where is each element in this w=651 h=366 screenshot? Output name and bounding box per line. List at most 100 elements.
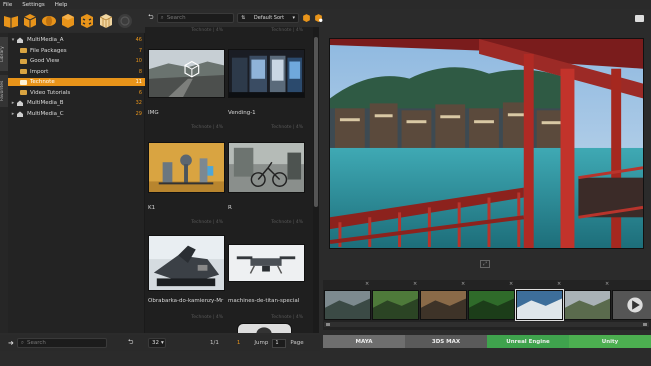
sort-icon: ⇅ — [241, 15, 246, 21]
strip-thumbnail[interactable] — [468, 290, 515, 320]
strip-scrollbar[interactable] — [324, 322, 649, 327]
asset-name: Obrabarka-do-kamienzy-Mr — [148, 298, 224, 304]
tree-item-count: 29 — [135, 110, 142, 117]
tree-search-input[interactable]: ⌕ Search — [16, 338, 107, 348]
folder-icon — [20, 90, 27, 95]
tree-item-label: Good View — [30, 58, 60, 64]
sort-select[interactable]: ⇅ Default Sort ▾ — [237, 13, 299, 23]
asset-thumbnail[interactable] — [228, 49, 305, 98]
asset-thumbnail[interactable] — [228, 142, 305, 193]
asset-thumbnail[interactable] — [228, 244, 305, 282]
search-icon: ⌕ — [20, 339, 24, 346]
asset-scrollbar[interactable] — [313, 27, 319, 333]
asset-meta: Technote | 4% — [191, 315, 223, 320]
box-icon[interactable] — [60, 13, 76, 29]
close-icon[interactable]: × — [461, 281, 465, 287]
asset-name: R — [228, 205, 232, 211]
menu-bar: File Settings Help — [0, 0, 651, 9]
asset-meta: Technote | 4% — [191, 125, 223, 130]
preview-panel: ⤢ — [323, 9, 651, 277]
package-small-icon[interactable] — [302, 14, 311, 23]
asset-search-input[interactable]: ⌕ Search — [156, 13, 235, 23]
image-icon[interactable] — [635, 15, 644, 22]
renderer-tab[interactable]: Unreal Engine — [487, 335, 569, 348]
tree-item[interactable]: Technote 11 — [8, 78, 145, 86]
menu-file[interactable]: File — [3, 2, 12, 8]
menu-settings[interactable]: Settings — [22, 2, 45, 8]
tree-item[interactable]: ▾ MultiMedia_A 46 — [8, 36, 145, 44]
checker-box-icon[interactable] — [79, 13, 95, 29]
close-icon[interactable]: × — [605, 281, 609, 287]
tab-library[interactable]: Library — [0, 37, 8, 71]
asset-toolbar: ⮌ ⌕ Search ⇅ Default Sort ▾ — [145, 9, 323, 27]
tree-item-label: MultiMedia_C — [27, 110, 64, 117]
tree-item-label: MultiMedia_B — [27, 100, 64, 106]
close-icon[interactable]: × — [557, 281, 561, 287]
jump-label: Jump — [254, 340, 269, 346]
strip-thumbnail[interactable] — [564, 290, 611, 320]
renderer-tab[interactable]: Unity — [569, 335, 651, 348]
tree-item-label: Import — [30, 68, 49, 75]
folder-icon — [20, 58, 27, 64]
tab-favorites[interactable]: Favorites — [0, 75, 8, 107]
scroll-thumb[interactable] — [314, 37, 318, 207]
folder-icon — [20, 48, 27, 53]
current-page-link[interactable]: 1 — [237, 340, 241, 346]
asset-thumbnail[interactable] — [148, 235, 225, 291]
strip-thumbnail[interactable] — [372, 290, 419, 320]
strip-thumbnail[interactable] — [324, 290, 371, 320]
disabled-icon[interactable] — [117, 13, 133, 29]
settings-small-icon[interactable] — [314, 14, 323, 23]
pager: 32 ▾ 1/1 1 Jump 1 Page — [145, 335, 320, 351]
scroll-right-icon[interactable] — [643, 323, 647, 326]
asset-meta: Technote | 4% — [191, 220, 223, 225]
tree-item[interactable]: ▸ MultiMedia_C 29 — [8, 110, 145, 118]
preview-image[interactable] — [329, 38, 644, 249]
asset-thumbnail[interactable] — [148, 142, 225, 193]
home-icon — [16, 111, 24, 117]
sphere-icon[interactable] — [41, 13, 57, 29]
page-label: Page — [290, 340, 304, 346]
arrow-right-icon[interactable]: ➜ — [8, 339, 14, 347]
strip-thumbnail[interactable] — [420, 290, 467, 320]
renderer-tab[interactable]: MAYA — [323, 335, 405, 348]
tree-item-label: File Packages — [30, 47, 67, 54]
strip-thumbnail[interactable] — [515, 289, 564, 321]
renderer-tab[interactable]: 3DS MAX — [405, 335, 487, 348]
per-page-select[interactable]: 32 ▾ — [148, 338, 166, 348]
folder-icon — [20, 69, 27, 74]
asset-thumbnail[interactable] — [237, 323, 292, 333]
scroll-left-icon[interactable] — [326, 323, 330, 326]
thumbnail-strip: × × × × × × — [323, 280, 651, 330]
home-icon — [16, 37, 24, 43]
close-icon[interactable]: × — [509, 281, 513, 287]
tree-item[interactable]: File Packages 7 — [8, 47, 145, 55]
menu-help[interactable]: Help — [55, 2, 68, 8]
play-icon[interactable] — [612, 290, 651, 320]
asset-name: machines-de-titan-special — [228, 298, 300, 304]
jump-input[interactable]: 1 — [272, 338, 287, 348]
home-icon — [16, 100, 24, 106]
tree-item[interactable]: Import 8 — [8, 68, 145, 76]
tree-item-count: 8 — [138, 68, 142, 75]
folder-tree: ▾ MultiMedia_A 46 File Packages 7 Good View 10… — [8, 33, 145, 333]
tree-item-count: 32 — [135, 100, 142, 106]
grid-box-icon[interactable] — [98, 13, 114, 29]
close-icon[interactable]: × — [365, 281, 369, 287]
asset-meta: Technote | 4% — [271, 315, 303, 320]
tree-item[interactable]: Good View 10 — [8, 57, 145, 65]
asset-meta: Technote | 4% — [271, 28, 303, 33]
book-icon[interactable] — [3, 13, 19, 29]
chevron-down-icon: ▾ — [292, 15, 295, 21]
back-icon[interactable]: ⮌ — [148, 13, 154, 24]
package-icon[interactable] — [22, 13, 38, 29]
close-icon[interactable]: × — [413, 281, 417, 287]
side-tabs: Library Favorites — [0, 33, 8, 333]
tree-item[interactable]: Video Tutorials 6 — [8, 89, 145, 97]
page-info: 1/1 — [210, 340, 219, 346]
left-bottom-bar: ➜ ⌕ Search ⮌ — [0, 335, 145, 351]
asset-thumbnail[interactable] — [148, 49, 225, 98]
back-icon[interactable]: ⮌ — [128, 338, 134, 349]
tree-item[interactable]: ▸ MultiMedia_B 32 — [8, 99, 145, 107]
fit-icon[interactable]: ⤢ — [480, 260, 490, 268]
